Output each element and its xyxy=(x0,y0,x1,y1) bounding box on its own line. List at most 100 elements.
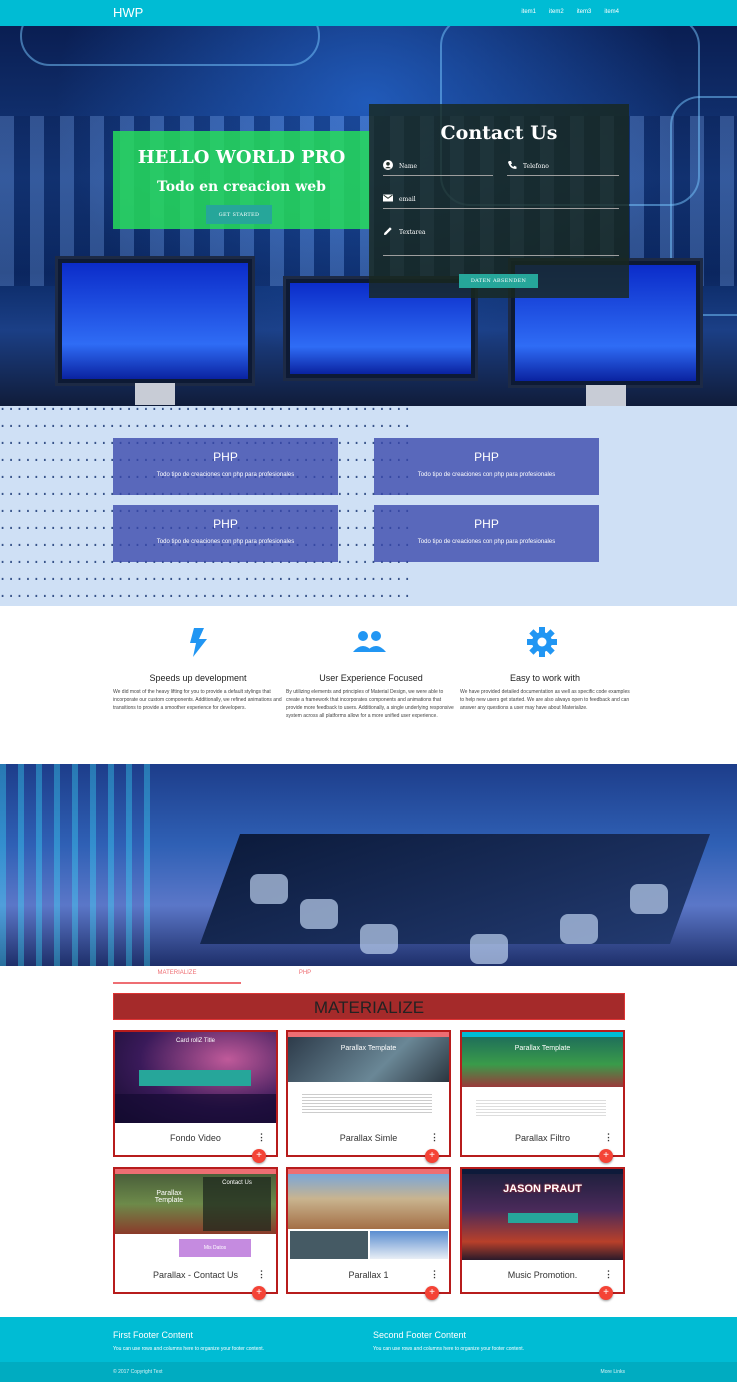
feature-text: We did most of the heavy lifting for you… xyxy=(113,689,282,711)
feature-text: By utilizing elements and principles of … xyxy=(286,689,454,719)
nav-item-2[interactable]: item2 xyxy=(549,9,564,15)
chair xyxy=(560,914,598,944)
nav-item-4[interactable]: item4 xyxy=(604,9,619,15)
thumb-bar xyxy=(139,1070,251,1086)
send-button[interactable]: DATEN ABSENDEN xyxy=(459,274,538,288)
add-fab-button[interactable]: + xyxy=(425,1286,439,1300)
php-card-title: PHP xyxy=(474,517,499,531)
php-card-text: Todo tipo de creaciones con php para pro… xyxy=(417,472,556,478)
project-card[interactable]: Parallax Template Parallax Simle ⋮ + xyxy=(286,1030,451,1163)
project-card[interactable]: Parallax 1 ⋮ + xyxy=(286,1167,451,1300)
code-background-image: ········································… xyxy=(0,406,412,605)
card-title: Parallax - Contact Us xyxy=(152,1270,239,1280)
php-card-text: Todo tipo de creaciones con php para pro… xyxy=(417,539,556,545)
more-vert-icon[interactable]: ⋮ xyxy=(604,1269,613,1280)
thumb-bar xyxy=(508,1213,578,1223)
thumb-title: Card rollZ Title xyxy=(175,1038,215,1044)
hero-subtitle: Todo en creacion web xyxy=(157,179,326,195)
card-title: Parallax Simle xyxy=(339,1133,398,1143)
chair xyxy=(630,884,668,914)
meeting-room-image xyxy=(0,764,737,966)
footer-second-text: You can use rows and columns here to org… xyxy=(373,1346,525,1352)
thumb-title: Parallax Template xyxy=(154,1190,184,1204)
php-card: PHP Todo tipo de creaciones con php para… xyxy=(113,505,338,562)
thumb-text xyxy=(476,1100,606,1118)
account-circle-icon xyxy=(383,160,393,170)
more-vert-icon[interactable]: ⋮ xyxy=(430,1269,439,1280)
thumb-text xyxy=(302,1094,432,1114)
add-fab-button[interactable]: + xyxy=(252,1286,266,1300)
chair xyxy=(250,874,288,904)
card-thumbnail: Parallax Template Contact Us Mis Datos xyxy=(115,1169,276,1260)
nav-item-1[interactable]: item1 xyxy=(521,9,536,15)
email-field[interactable]: email xyxy=(383,193,619,209)
glow-frame xyxy=(20,26,320,66)
phone-field[interactable]: Telefono xyxy=(507,160,619,176)
footer-first-text: You can use rows and columns here to org… xyxy=(113,1346,265,1352)
thumb-hero: Parallax Template xyxy=(462,1037,623,1087)
add-fab-button[interactable]: + xyxy=(599,1149,613,1163)
add-fab-button[interactable]: + xyxy=(252,1149,266,1163)
project-card[interactable]: Card rollZ Title Fondo Video ⋮ + xyxy=(113,1030,278,1163)
card-thumbnail: Card rollZ Title xyxy=(115,1032,276,1123)
tab-php[interactable]: PHP xyxy=(241,970,369,976)
contact-form: Contact Us Name Telefono email Textarea … xyxy=(369,104,629,298)
brand-logo[interactable]: HWP xyxy=(113,5,143,20)
nav-menu: item1 item2 item3 item4 xyxy=(521,9,619,15)
tab-materialize[interactable]: MATERIALIZE xyxy=(113,970,241,976)
binary-overlay xyxy=(0,764,150,966)
thumb-title: Parallax Template xyxy=(340,1045,397,1052)
project-card[interactable]: Parallax Template Parallax Filtro ⋮ + xyxy=(460,1030,625,1163)
chair xyxy=(470,934,508,964)
contact-title: Contact Us xyxy=(440,122,558,144)
card-title: Music Promotion. xyxy=(507,1270,578,1280)
thumb-title: JASON PRAUT xyxy=(503,1183,582,1195)
add-fab-button[interactable]: + xyxy=(425,1149,439,1163)
chair xyxy=(360,924,398,954)
more-vert-icon[interactable]: ⋮ xyxy=(257,1132,266,1143)
card-thumbnail: Parallax Template xyxy=(288,1032,449,1123)
group-icon xyxy=(353,631,386,652)
thumb-contact-title: Contact Us xyxy=(222,1180,252,1186)
thumb-footer xyxy=(115,1094,276,1123)
code-parallax-section: ········································… xyxy=(0,406,737,606)
chair xyxy=(300,899,338,929)
textarea-field[interactable]: Textarea xyxy=(383,226,619,256)
thumb-hero: Parallax Template xyxy=(288,1037,449,1082)
more-vert-icon[interactable]: ⋮ xyxy=(604,1132,613,1143)
thumb-title: Parallax Template xyxy=(514,1045,571,1052)
project-card[interactable]: Parallax Template Contact Us Mis Datos P… xyxy=(113,1167,278,1300)
more-vert-icon[interactable]: ⋮ xyxy=(257,1269,266,1280)
feature-title: User Experience Focused xyxy=(319,673,423,683)
thumb-navbar xyxy=(462,1169,623,1174)
nav-item-3[interactable]: item3 xyxy=(577,9,592,15)
gear-icon xyxy=(527,627,557,657)
project-card[interactable]: JASON PRAUT Music Promotion. ⋮ + xyxy=(460,1167,625,1300)
get-started-button[interactable]: GET STARTED xyxy=(206,205,272,224)
name-label: Name xyxy=(399,163,418,170)
php-card: PHP Todo tipo de creaciones con php para… xyxy=(374,438,599,495)
thumb-contact: Contact Us xyxy=(203,1177,271,1231)
name-field[interactable]: Name xyxy=(383,160,493,176)
footer-copyright-bar: © 2017 Copyright Text More Links xyxy=(0,1362,737,1382)
php-card-text: Todo tipo de creaciones con php para pro… xyxy=(156,539,295,545)
php-card-title: PHP xyxy=(213,517,238,531)
monitor-left xyxy=(55,256,255,405)
php-card-text: Todo tipo de creaciones con php para pro… xyxy=(156,472,295,478)
hero-title: HELLO WORLD PRO xyxy=(137,147,346,168)
card-title: Parallax 1 xyxy=(348,1270,389,1280)
php-card-title: PHP xyxy=(213,450,238,464)
tabs: MATERIALIZE PHP xyxy=(113,966,625,984)
card-title: Parallax Filtro xyxy=(514,1133,570,1143)
feature-text: We have provided detailed documentation … xyxy=(460,689,630,711)
add-fab-button[interactable]: + xyxy=(599,1286,613,1300)
tab-indicator xyxy=(113,982,241,984)
hero-banner: HELLO WORLD PRO Todo en creacion web GET… xyxy=(113,131,370,229)
pencil-icon xyxy=(384,227,392,235)
feature-title: Speeds up development xyxy=(149,673,247,683)
more-links-link[interactable]: More Links xyxy=(601,1369,625,1375)
more-vert-icon[interactable]: ⋮ xyxy=(430,1132,439,1143)
thumb-hero: Parallax Template Contact Us xyxy=(115,1174,276,1234)
features-section: Speeds up development We did most of the… xyxy=(0,606,737,764)
textarea-label: Textarea xyxy=(399,229,426,236)
